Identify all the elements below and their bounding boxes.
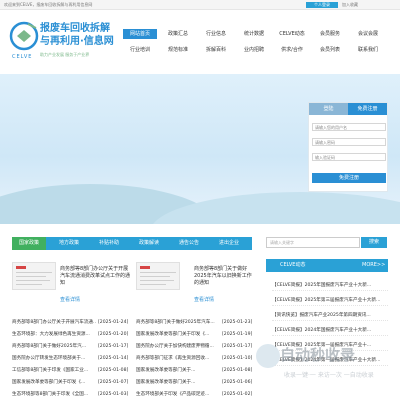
- featured-title[interactable]: 商务部等8部门关于做好2025年汽车以旧换新工作的通知: [194, 266, 254, 287]
- celve-news-title: CELVE动态: [280, 262, 306, 268]
- doc-header-mark: [16, 266, 26, 269]
- nav-contact[interactable]: 联系我们: [351, 45, 385, 55]
- tab-local-policy[interactable]: 地方政策: [52, 237, 86, 250]
- sidebar-item[interactable]: 【CELVE简报】2024年国报废汽车产业十大新...: [272, 325, 388, 336]
- username-field[interactable]: 请输入您的用户名: [312, 123, 386, 131]
- celve-news-header: CELVE动态 MORE>>: [266, 259, 388, 272]
- doc-line: [16, 284, 42, 285]
- tab-policy-interpretation[interactable]: 政策解读: [132, 237, 166, 250]
- banner-hill: [150, 192, 400, 224]
- nav-jobs[interactable]: 业内招聘: [237, 45, 271, 55]
- featured-title[interactable]: 商务部等8部门办公厅关于开展汽车流通消费改革试点工作的通知: [60, 266, 130, 287]
- password-field[interactable]: 请输入密码: [312, 138, 386, 146]
- policy-tabs: 国家政策 地方政策 补贴补助 政策解读 通告公告 进出企业: [12, 237, 252, 250]
- doc-line: [140, 276, 170, 277]
- featured-detail-link[interactable]: 查看详情: [60, 296, 80, 303]
- logo-slogan: 助力产业发展 服务于产业界: [40, 52, 90, 57]
- sidebar-item[interactable]: 【CELVE简报】2025年第三届报废汽车产业十大新...: [272, 295, 388, 306]
- watermark-overlay: 自动秒收录 收录一键·一 来访一次 一自动收录: [256, 340, 400, 400]
- logo-mark-icon: [9, 21, 39, 51]
- personal-login-button[interactable]: 个人登录: [306, 2, 338, 8]
- site-logo[interactable]: 报废车回收拆解 与再利用·信息网 CELVE 助力产业发展 服务于产业界: [8, 16, 114, 68]
- nav-members[interactable]: 会员列表: [313, 45, 347, 55]
- nav-member-service[interactable]: 会员服务: [313, 29, 347, 39]
- nav-industry-info[interactable]: 行业信息: [199, 29, 233, 39]
- sidebar-item[interactable]: 【资讯快览】报废汽车产业2025年第四期资讯...: [272, 310, 388, 321]
- nav-conference[interactable]: 会议会展: [351, 29, 385, 39]
- add-favorite-link[interactable]: 加入收藏: [342, 0, 358, 10]
- logo-title: 报废车回收拆解 与再利用·信息网: [40, 23, 114, 47]
- tab-enterprises[interactable]: 进出企业: [212, 237, 246, 250]
- doc-line: [16, 272, 52, 273]
- watermark-text: 自动秒收录: [280, 346, 356, 364]
- register-button[interactable]: 免费注册: [312, 173, 386, 183]
- search-button[interactable]: 搜索: [361, 237, 387, 248]
- doc-line: [16, 280, 50, 281]
- watermark-logo-icon: [256, 344, 280, 368]
- logo-en: CELVE: [12, 54, 33, 60]
- tab-login[interactable]: 登陆: [309, 103, 348, 115]
- nav-statistics[interactable]: 统计数据: [237, 29, 271, 39]
- nav-supply[interactable]: 供求/合作: [275, 45, 309, 55]
- featured-detail-link[interactable]: 查看详情: [194, 296, 214, 303]
- nav-training[interactable]: 行业培训: [123, 45, 157, 55]
- tab-national-policy[interactable]: 国家政策: [12, 237, 46, 250]
- login-panel: 登陆 免费注册 请输入您的用户名 请输入密码 输入验证码 免费注册: [308, 102, 388, 192]
- doc-line: [16, 276, 46, 277]
- welcome-text: 欢迎来到CELVE，报废车回收拆解与再利用信息网: [4, 2, 93, 7]
- nav-home[interactable]: 网站首页: [123, 29, 157, 39]
- doc-header-mark: [140, 266, 150, 269]
- tab-announcements[interactable]: 通告公告: [172, 237, 206, 250]
- featured-image[interactable]: [136, 262, 180, 290]
- nav-encyclopedia[interactable]: 拆解百科: [199, 45, 233, 55]
- tab-register[interactable]: 免费注册: [348, 103, 387, 115]
- nav-standards[interactable]: 规范标准: [161, 45, 195, 55]
- login-tabs: 登陆 免费注册: [309, 103, 387, 115]
- nav-celve-news[interactable]: CELVE动态: [275, 29, 309, 39]
- featured-image[interactable]: [12, 262, 56, 290]
- captcha-field[interactable]: 输入验证码: [312, 153, 386, 161]
- sidebar-item[interactable]: 【CELVE简报】2025年国报废汽车产业十大新...: [272, 280, 388, 291]
- top-bar: 欢迎来到CELVE，报废车回收拆解与再利用信息网 个人登录 加入收藏: [0, 0, 400, 10]
- tab-subsidy[interactable]: 补贴补助: [92, 237, 126, 250]
- doc-line: [140, 272, 176, 273]
- more-link[interactable]: MORE>>: [362, 259, 385, 272]
- watermark-subtext: 收录一键·一 来访一次 一自动收录: [284, 372, 374, 379]
- search-input[interactable]: 请输入关键字: [266, 237, 360, 248]
- doc-line: [140, 284, 166, 285]
- doc-line: [140, 280, 174, 281]
- nav-policy[interactable]: 政策汇总: [161, 29, 195, 39]
